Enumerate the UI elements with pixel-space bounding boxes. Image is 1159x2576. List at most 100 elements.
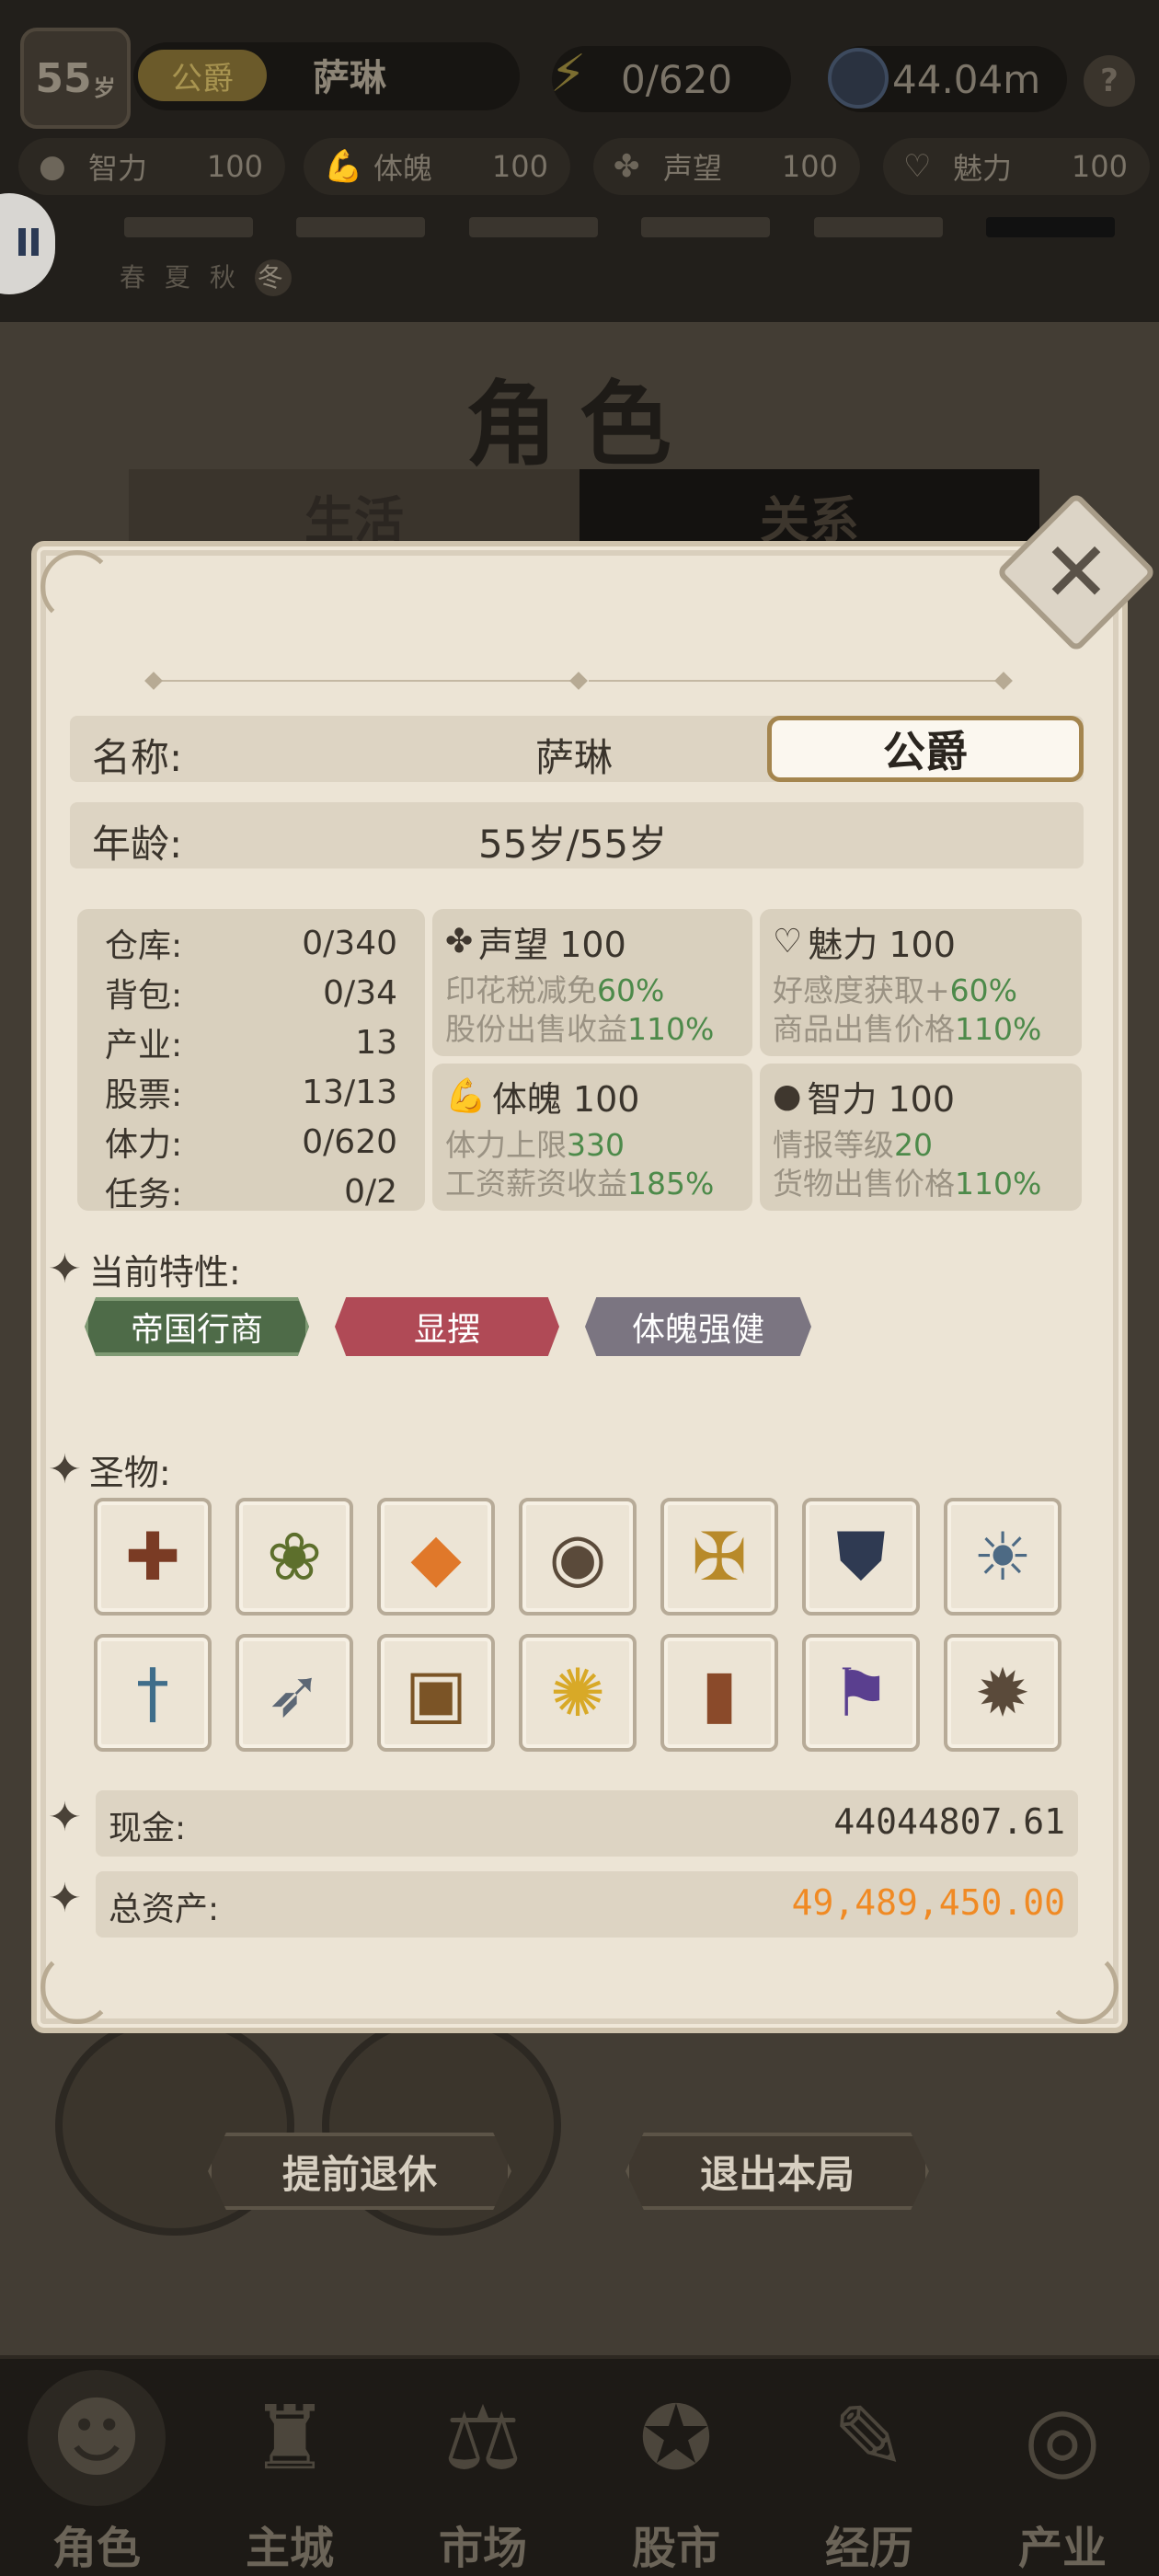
medal-icon[interactable]: ✠ [660,1498,778,1616]
season-summer: 夏 [164,262,196,293]
stat-chip-intelligence[interactable]: ● 智力 100 [18,138,285,195]
stat-chip-prestige[interactable]: ✤ 声望 100 [593,138,860,195]
inv-label: 股票: [105,1076,183,1114]
heart-icon: ♡ [773,922,803,960]
nav-history[interactable]: ✎ 经历 [773,2363,966,2576]
corner-ornament [1045,1950,1119,2024]
heart-icon: ♡ [903,148,932,185]
assets-label: 总资产: [109,1891,220,1928]
age-unit: 岁 [93,75,116,101]
spearhead-icon[interactable]: ➶ [235,1634,353,1752]
tab-life[interactable]: 生活 [129,469,580,552]
stat-chip-charm[interactable]: ♡ 魅力 100 [883,138,1150,195]
page-title: 角色 [465,370,694,478]
attribute-prestige: ✤ 声望 100 印花税减免60% 股份出售收益110% [432,909,752,1056]
season-progress-segment [986,217,1115,237]
season-spring: 春 [120,262,152,293]
trait-badge[interactable]: 显摆 [335,1297,559,1356]
season-progress-segment [469,217,598,237]
tab-relations[interactable]: 关系 [580,469,1039,552]
age-row: 年龄: 55岁/55岁 [70,802,1084,868]
player-name: 萨琳 [313,57,386,99]
early-retire-button[interactable]: 提前退休 [208,2133,511,2210]
nav-label: 经历 [824,2523,913,2574]
inventory-panel: 仓库: 0/340 背包: 0/34 产业: 13 股票: 13/13 体力: 0/620… [77,909,425,1213]
attribute-text: 情报等级 [773,1127,894,1163]
character-icon: ☻ [28,2370,166,2506]
total-assets-row: 总资产: 49,489,450.00 [96,1871,1078,1938]
attribute-value: 330 [567,1127,625,1163]
pendant-icon[interactable]: ◉ [519,1498,637,1616]
coins-icon: ◎ [1024,2386,1101,2490]
trait-badge[interactable]: 体魄强健 [585,1297,811,1356]
horned-shield-icon[interactable]: ⛊ [802,1498,920,1616]
age-value: 55 [35,54,92,102]
banner-icon[interactable]: ⚑ [802,1634,920,1752]
corner-ornament [40,550,114,624]
season-autumn: 秋 [209,262,241,293]
season-progress-segment [296,217,425,237]
inv-label: 体力: [105,1126,183,1164]
stat-chip-physique[interactable]: 💪 体魄 100 [304,138,570,195]
inv-value: 13/13 [302,1073,397,1111]
star-icon: ✦ [48,1875,82,1922]
inv-label: 产业: [105,1027,183,1064]
traits-heading: ✦ 当前特性: [48,1244,241,1294]
trait-badge[interactable]: 帝国行商 [85,1297,309,1356]
inventory-row-industry: 产业: 13 [105,1018,397,1067]
attribute-value: 110% [627,1011,715,1047]
stat-label: 体魄 [373,151,433,186]
attribute-value: 110% [955,1011,1042,1047]
nav-label: 主城 [245,2523,334,2574]
relics-heading: ✦ 圣物: [48,1444,171,1495]
attribute-physique: 💪 体魄 100 体力上限330 工资薪资收益185% [432,1064,752,1211]
silk-cloth-icon[interactable]: ◆ [377,1498,495,1616]
holy-book-icon[interactable]: ✚ [94,1498,212,1616]
inv-value: 0/340 [302,924,397,962]
nav-label: 股市 [631,2523,720,2574]
season-progress-segment [124,217,253,237]
star-icon: ✦ [48,1794,82,1841]
help-icon[interactable]: ? [1084,55,1135,107]
stat-label: 智力 [88,151,148,186]
leather-bracer-icon[interactable]: ▮ [660,1634,778,1752]
nav-character[interactable]: ☻ 角色 [0,2363,193,2576]
name-value: 萨琳 [535,735,614,780]
attribute-text: 股份出售收益 [445,1011,627,1047]
exit-game-button[interactable]: 退出本局 [625,2133,929,2210]
inv-value: 13 [355,1023,397,1062]
herb-bundle-icon[interactable]: ❀ [235,1498,353,1616]
nav-label: 角色 [52,2523,141,2574]
nav-industry[interactable]: ◎ 产业 [966,2363,1159,2576]
star-icon: ✦ [48,1246,82,1293]
season-indicator: 春 夏 秋 冬 [120,258,292,296]
stat-value: 100 [206,149,263,184]
stat-value: 100 [1071,149,1128,184]
attribute-value: 60% [597,972,665,1008]
nav-city[interactable]: ♜ 主城 [193,2363,386,2576]
close-icon[interactable]: ✕ [1019,515,1133,629]
attribute-text: 商品出售价格 [773,1011,955,1047]
relics-label: 圣物: [88,1453,171,1493]
nav-market[interactable]: ⚖ 市场 [386,2363,580,2576]
rank-tag: 公爵 [138,50,267,101]
inv-value: 0/34 [323,973,397,1012]
age-badge: 55 岁 [20,28,131,129]
glowing-book-icon[interactable]: ✺ [519,1634,637,1752]
treasure-chest-icon[interactable]: ▣ [377,1634,495,1752]
attribute-value: 110% [955,1166,1042,1202]
inv-label: 背包: [105,977,183,1015]
attribute-title: 体魄 100 [491,1078,640,1120]
spiked-gauntlet-icon[interactable]: ✹ [944,1634,1061,1752]
nav-stocks[interactable]: ✪ 股市 [580,2363,773,2576]
dagger-icon[interactable]: † [94,1634,212,1752]
attribute-intelligence: ● 智力 100 情报等级20 货物出售价格110% [760,1064,1082,1211]
inv-value: 0/620 [302,1122,397,1161]
attribute-text: 印花税减免 [445,972,597,1008]
cash-label: 现金: [109,1810,187,1847]
sun-helmet-icon[interactable]: ☀ [944,1498,1061,1616]
attribute-value: 60% [949,972,1018,1008]
attribute-text: 工资薪资收益 [445,1166,627,1202]
traits-label: 当前特性: [88,1252,241,1293]
globe-coin-icon [828,48,889,109]
